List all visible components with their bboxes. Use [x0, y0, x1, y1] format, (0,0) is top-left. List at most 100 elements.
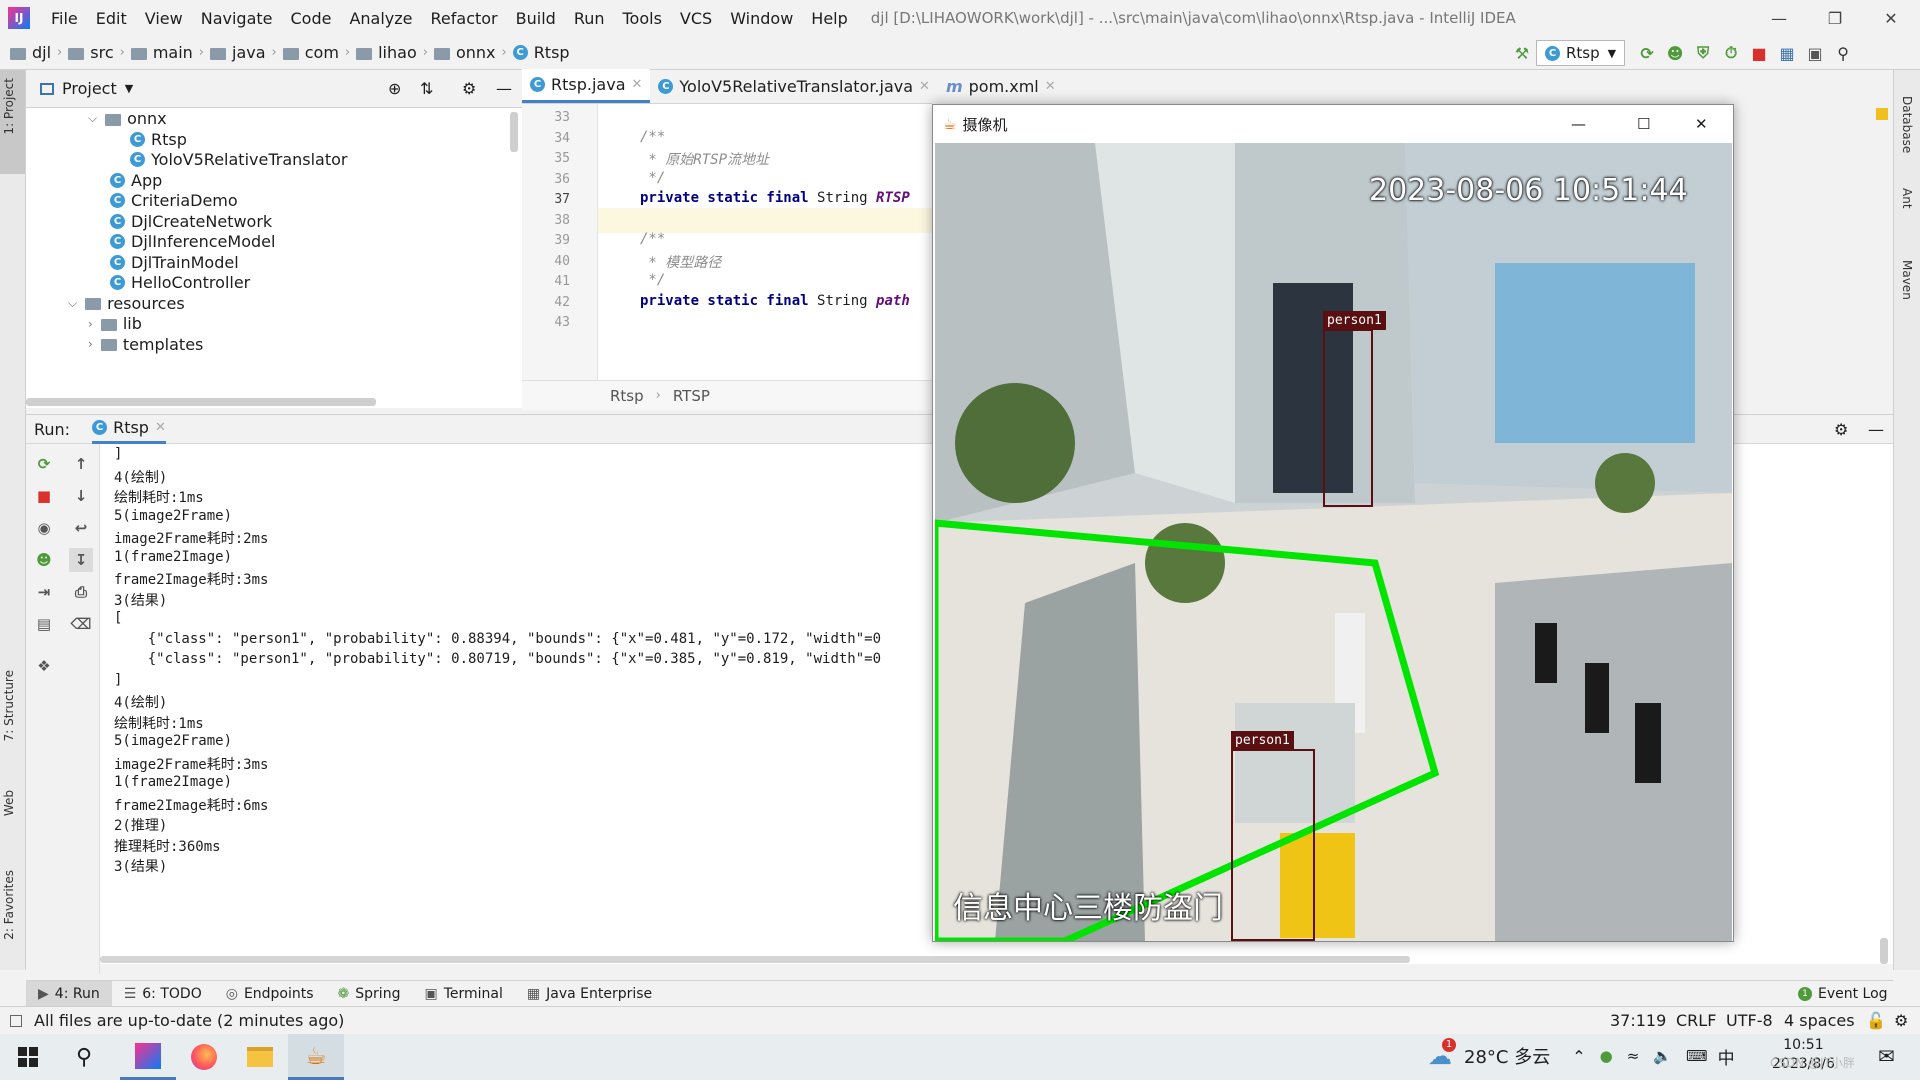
- breadcrumb-item[interactable]: src: [68, 43, 114, 62]
- tree-item[interactable]: C YoloV5RelativeTranslator: [130, 147, 348, 172]
- close-window-button[interactable]: ✕: [1695, 115, 1708, 133]
- project-panel-title[interactable]: Project: [62, 79, 117, 98]
- tool-tab-structure[interactable]: 7: Structure: [2, 670, 16, 741]
- memory-icon[interactable]: ⚙: [1894, 1011, 1908, 1030]
- camera-titlebar[interactable]: ☕ 摄像机 — ☐ ✕: [933, 105, 1733, 143]
- wifi-icon[interactable]: ≈: [1627, 1047, 1640, 1065]
- breadcrumb-item[interactable]: lihao: [356, 43, 417, 62]
- tool-tab-favorites[interactable]: 2: Favorites: [2, 870, 16, 940]
- bottom-tab[interactable]: ▶ 4: Run: [26, 980, 112, 1007]
- bottom-tab[interactable]: ◎ Endpoints: [214, 986, 326, 1002]
- run-tab-rtsp[interactable]: C Rtsp ✕: [92, 415, 166, 444]
- minimize-button[interactable]: —: [1756, 0, 1802, 36]
- breadcrumb-item[interactable]: onnx: [433, 43, 495, 62]
- menu-window[interactable]: Window: [721, 9, 802, 28]
- bottom-tab[interactable]: ▣ Terminal: [412, 986, 514, 1002]
- scroll-to-end-icon[interactable]: ↧: [69, 548, 93, 572]
- editor-breadcrumb-item[interactable]: RTSP: [673, 387, 710, 405]
- chevron-right-icon[interactable]: ›: [88, 317, 93, 331]
- hide-icon[interactable]: —: [1868, 420, 1884, 439]
- chevron-up-icon[interactable]: ⌃: [1572, 1047, 1585, 1066]
- menu-refactor[interactable]: Refactor: [422, 9, 507, 28]
- menu-vcs[interactable]: VCS: [671, 9, 721, 28]
- build-hammer-icon[interactable]: ⚒: [1508, 39, 1536, 67]
- java-app-icon[interactable]: ☕: [288, 1034, 344, 1080]
- speaker-icon[interactable]: 🔈: [1653, 1047, 1672, 1065]
- editor-tab[interactable]: C Rtsp.java ✕: [522, 69, 651, 103]
- gear-icon[interactable]: ⚙: [1834, 420, 1848, 439]
- notification-icon[interactable]: ✉: [1878, 1044, 1895, 1068]
- gear-icon[interactable]: ⚙: [462, 79, 476, 98]
- breadcrumb-item[interactable]: com: [282, 43, 339, 62]
- print-icon[interactable]: ⎙: [69, 580, 93, 604]
- menu-code[interactable]: Code: [282, 9, 341, 28]
- editor-tab[interactable]: m pom.xml ✕: [938, 69, 1064, 103]
- event-log-tab[interactable]: 1 Event Log: [1798, 986, 1888, 1002]
- editor-tab[interactable]: C YoloV5RelativeTranslator.java ✕: [650, 69, 938, 103]
- code-line[interactable]: */: [640, 170, 665, 186]
- weather-cloud-icon[interactable]: ☁ 1: [1428, 1038, 1456, 1070]
- close-icon[interactable]: ✕: [1045, 79, 1056, 94]
- menu-analyze[interactable]: Analyze: [340, 9, 421, 28]
- code-line[interactable]: private static final String RTSP: [640, 190, 910, 206]
- profile-icon[interactable]: ⏱: [1717, 39, 1745, 67]
- menu-build[interactable]: Build: [507, 9, 565, 28]
- code-line[interactable]: /**: [640, 129, 665, 145]
- pin-icon[interactable]: ❖: [32, 654, 56, 678]
- close-icon[interactable]: ✕: [155, 420, 166, 435]
- rerun-icon[interactable]: ⟳: [32, 452, 56, 476]
- windows-start-icon[interactable]: [0, 1034, 56, 1080]
- maximize-button[interactable]: ❐: [1812, 0, 1858, 36]
- search-icon[interactable]: ⚲: [56, 1034, 112, 1080]
- close-icon[interactable]: ✕: [632, 77, 643, 92]
- chevron-down-icon[interactable]: ⌵: [68, 296, 77, 311]
- stop-icon[interactable]: ■: [1745, 39, 1773, 67]
- hide-icon[interactable]: —: [496, 79, 512, 98]
- bottom-tab[interactable]: ☰ 6: TODO: [112, 986, 214, 1002]
- chevron-right-icon[interactable]: ›: [88, 337, 93, 351]
- breadcrumb-item[interactable]: java: [210, 43, 266, 62]
- line-separator[interactable]: CRLF: [1676, 1011, 1716, 1030]
- code-line[interactable]: */: [640, 272, 665, 288]
- code-line[interactable]: private static final String path: [640, 293, 910, 309]
- tree-hscrollbar[interactable]: [26, 398, 376, 406]
- file-explorer-icon[interactable]: [232, 1034, 288, 1080]
- bottom-tab[interactable]: ▦ Java Enterprise: [515, 986, 664, 1002]
- firefox-icon[interactable]: [176, 1034, 232, 1080]
- tool-tab-maven[interactable]: Maven: [1900, 260, 1914, 300]
- console-hscrollbar[interactable]: [100, 956, 1410, 963]
- menu-tools[interactable]: Tools: [614, 9, 671, 28]
- intellij-taskbar-icon[interactable]: [120, 1034, 176, 1080]
- tool-tab-project[interactable]: 1: Project: [2, 78, 16, 135]
- debug-bug-icon[interactable]: ☻: [32, 548, 56, 572]
- layout-icon[interactable]: ▣: [1801, 39, 1829, 67]
- search-icon[interactable]: ⚲: [1829, 39, 1857, 67]
- close-window-button[interactable]: ✕: [1868, 0, 1914, 36]
- soft-wrap-icon[interactable]: ↩: [69, 516, 93, 540]
- breadcrumb-item[interactable]: C Rtsp: [512, 43, 570, 62]
- locate-icon[interactable]: ⊕: [388, 79, 401, 98]
- chevron-down-icon[interactable]: ▼: [125, 82, 133, 95]
- exit-icon[interactable]: ⇥: [32, 580, 56, 604]
- menu-edit[interactable]: Edit: [87, 9, 136, 28]
- maximize-button[interactable]: ☐: [1637, 115, 1650, 133]
- layout-icon[interactable]: ▤: [32, 612, 56, 636]
- menu-navigate[interactable]: Navigate: [192, 9, 282, 28]
- rerun-icon[interactable]: ⟳: [1633, 39, 1661, 67]
- caret-position[interactable]: 37:119: [1610, 1011, 1666, 1030]
- arrow-up-icon[interactable]: ↑: [69, 452, 93, 476]
- tool-tab-web[interactable]: Web: [2, 790, 16, 816]
- breadcrumb-item[interactable]: main: [130, 43, 193, 62]
- minimize-button[interactable]: —: [1571, 115, 1586, 133]
- menu-run[interactable]: Run: [565, 9, 614, 28]
- ime-indicator[interactable]: 中: [1718, 1044, 1735, 1069]
- keyboard-icon[interactable]: ⌨: [1686, 1047, 1708, 1065]
- close-icon[interactable]: ✕: [919, 79, 930, 94]
- status-toggle-icon[interactable]: [10, 1014, 22, 1027]
- coverage-icon[interactable]: ⛨: [1689, 39, 1717, 67]
- code-line[interactable]: * 模型路径: [640, 252, 721, 272]
- weather-text[interactable]: 28°C 多云: [1464, 1043, 1550, 1069]
- menu-file[interactable]: File: [42, 9, 87, 28]
- tray-app-icon[interactable]: ●: [1600, 1047, 1613, 1065]
- menu-view[interactable]: View: [136, 9, 192, 28]
